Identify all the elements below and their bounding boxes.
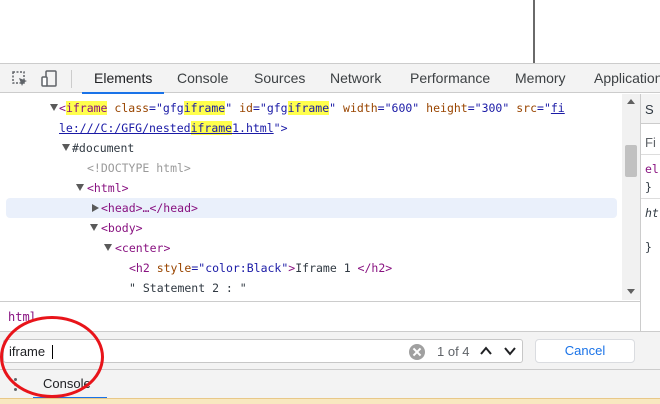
search-box[interactable]: 1 of 4 — [3, 339, 523, 363]
collapse-triangle-icon[interactable] — [104, 244, 112, 251]
cancel-search-button[interactable]: Cancel — [535, 339, 635, 363]
search-highlight: iframe — [183, 101, 226, 115]
tab-sources[interactable]: Sources — [254, 64, 305, 93]
dom-tree: <iframe class="gfgiframe" id="gfgiframe"… — [0, 94, 640, 300]
expand-triangle-icon[interactable] — [92, 204, 99, 212]
previous-match-button[interactable] — [476, 342, 496, 360]
breadcrumb: html — [0, 301, 640, 331]
match-count: 1 of 4 — [437, 344, 470, 359]
html-style-selector: ht — [645, 206, 659, 220]
device-toolbar-icon[interactable] — [40, 69, 60, 89]
iframe-src-link[interactable]: fi — [551, 101, 565, 115]
tab-console[interactable]: Console — [177, 64, 228, 93]
drawer-tab-bar: Console — [0, 369, 660, 399]
dom-node-head[interactable]: <head>…</head> — [6, 198, 617, 218]
styles-filter-input[interactable]: Fi — [645, 135, 656, 150]
tab-network[interactable]: Network — [330, 64, 381, 93]
tab-application[interactable]: Application — [594, 64, 660, 93]
more-options-icon[interactable] — [14, 378, 18, 392]
collapse-triangle-icon[interactable] — [90, 224, 98, 231]
inspect-element-icon[interactable] — [10, 69, 30, 89]
style-rule-close: } — [645, 240, 652, 254]
tab-performance[interactable]: Performance — [410, 64, 490, 93]
search-input[interactable] — [9, 342, 404, 360]
find-bar: 1 of 4 Cancel — [0, 331, 660, 369]
collapse-triangle-icon[interactable] — [62, 144, 70, 151]
styles-pane: S Fi el } ht } — [640, 94, 660, 366]
element-style-selector: el — [645, 162, 659, 176]
text-caret — [52, 345, 53, 359]
next-match-button[interactable] — [500, 342, 520, 360]
tab-elements[interactable]: Elements — [81, 64, 165, 94]
styles-tab[interactable]: S — [645, 102, 654, 117]
styles-pane-tabs: S — [641, 94, 660, 124]
scroll-up-arrow-icon[interactable] — [627, 99, 635, 104]
bottom-strip — [0, 398, 660, 404]
devtools-tab-bar: Elements Console Sources Network Perform… — [0, 63, 660, 94]
clear-search-icon[interactable] — [409, 344, 425, 360]
breadcrumb-item-html[interactable]: html — [8, 310, 37, 324]
tab-memory[interactable]: Memory — [515, 64, 566, 93]
style-rule-close: } — [645, 180, 652, 194]
search-highlight: iframe — [287, 101, 330, 115]
collapse-triangle-icon[interactable] — [50, 104, 58, 111]
styles-divider — [641, 198, 660, 199]
chevron-up-icon — [480, 346, 492, 355]
scrollbar-thumb[interactable] — [625, 145, 637, 177]
styles-divider — [641, 154, 660, 155]
inspected-page — [0, 0, 660, 63]
elements-scrollbar[interactable] — [622, 94, 640, 300]
page-divider — [533, 0, 535, 63]
scroll-down-arrow-icon[interactable] — [627, 289, 635, 294]
toolbar-separator — [71, 70, 72, 88]
collapse-triangle-icon[interactable] — [76, 184, 84, 191]
search-highlight: iframe — [65, 101, 108, 115]
iframe-src-link[interactable]: le:///C:/GFG/nested — [59, 121, 191, 135]
chevron-down-icon — [504, 347, 516, 356]
search-highlight: iframe — [190, 121, 233, 135]
drawer-tab-console[interactable]: Console — [43, 376, 91, 391]
